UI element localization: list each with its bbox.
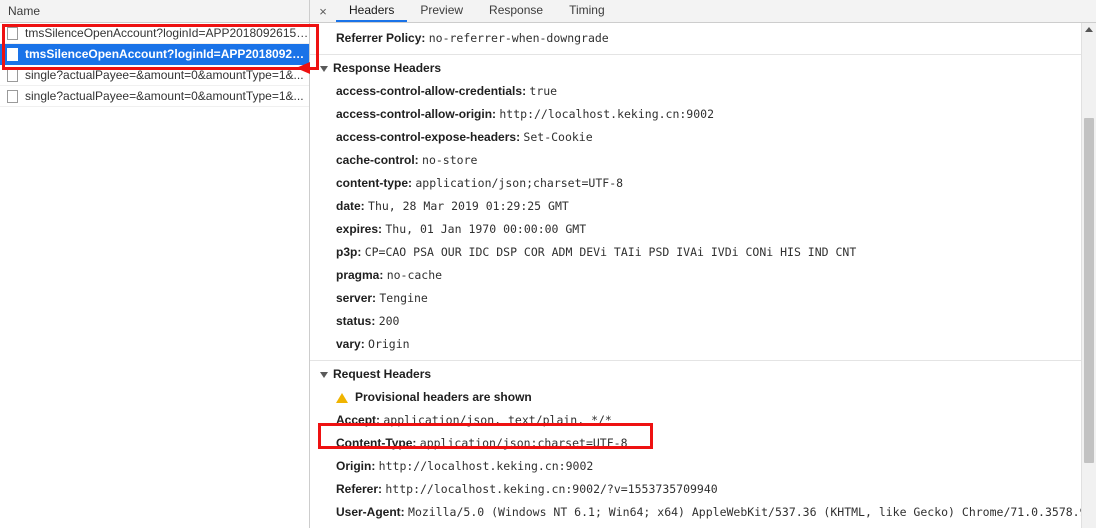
header-row: access-control-allow-origin: http://loca… — [310, 103, 1081, 126]
header-row: server: Tengine — [310, 287, 1081, 310]
header-row: pragma: no-cache — [310, 264, 1081, 287]
header-value: Mozilla/5.0 (Windows NT 6.1; Win64; x64)… — [408, 505, 1081, 519]
header-row: access-control-allow-credentials: true — [310, 80, 1081, 103]
scrollbar-thumb[interactable] — [1084, 118, 1094, 463]
section-title-label: Response Headers — [333, 61, 442, 75]
document-icon — [7, 89, 18, 103]
header-value: application/json;charset=UTF-8 — [415, 176, 624, 190]
provisional-headers-warning-label: Provisional headers are shown — [355, 390, 532, 404]
section-request-headers[interactable]: Request Headers — [310, 363, 1081, 386]
tab-response[interactable]: Response — [476, 0, 556, 22]
chevron-down-icon — [320, 65, 328, 72]
header-row: vary: Origin — [310, 333, 1081, 356]
header-value: Tengine — [379, 291, 428, 305]
header-row: Accept: application/json, text/plain, */… — [310, 409, 1081, 432]
section-title-label: Request Headers — [333, 367, 432, 381]
header-key: status: — [336, 314, 376, 328]
header-value: Set-Cookie — [523, 130, 593, 144]
request-list-item-label: tmsSilenceOpenAccount?loginId=APP2018092… — [25, 47, 309, 61]
header-value: application/json;charset=UTF-8 — [419, 436, 628, 450]
header-value: Thu, 28 Mar 2019 01:29:25 GMT — [368, 199, 569, 213]
request-list-item-selected[interactable]: tmsSilenceOpenAccount?loginId=APP2018092… — [0, 44, 309, 65]
header-value: true — [529, 84, 558, 98]
headers-content: Referrer Policy: no-referrer-when-downgr… — [310, 23, 1081, 528]
header-value: Thu, 01 Jan 1970 00:00:00 GMT — [385, 222, 587, 236]
header-key: vary: — [336, 337, 365, 351]
request-list-item[interactable]: tmsSilenceOpenAccount?loginId=APP2018092… — [0, 23, 309, 44]
header-key: Referer: — [336, 482, 383, 496]
details-tabstrip: × Headers Preview Response Timing — [310, 0, 1096, 23]
document-icon — [7, 68, 18, 82]
section-response-headers[interactable]: Response Headers — [310, 57, 1081, 80]
request-list-item[interactable]: single?actualPayee=&amount=0&amountType=… — [0, 65, 309, 86]
header-row: status: 200 — [310, 310, 1081, 333]
header-value: application/json, text/plain, */* — [383, 413, 612, 427]
header-row: content-type: application/json;charset=U… — [310, 172, 1081, 195]
header-key: date: — [336, 199, 365, 213]
document-icon — [7, 26, 18, 40]
header-row: expires: Thu, 01 Jan 1970 00:00:00 GMT — [310, 218, 1081, 241]
warning-triangle-icon — [336, 392, 348, 403]
devtools-network-panel: Name tmsSilenceOpenAccount?loginId=APP20… — [0, 0, 1096, 528]
header-value: CP=CAO PSA OUR IDC DSP COR ADM DEVi TAIi… — [364, 245, 857, 259]
header-row: cache-control: no-store — [310, 149, 1081, 172]
provisional-headers-warning: Provisional headers are shown — [310, 386, 1081, 409]
header-value: no-cache — [386, 268, 443, 282]
request-list-column-header: Name — [0, 0, 309, 23]
tab-headers[interactable]: Headers — [336, 0, 408, 22]
header-row: date: Thu, 28 Mar 2019 01:29:25 GMT — [310, 195, 1081, 218]
details-vertical-scrollbar[interactable] — [1081, 23, 1096, 528]
request-list-item[interactable]: single?actualPayee=&amount=0&amountType=… — [0, 86, 309, 107]
header-key: Origin: — [336, 459, 376, 473]
header-row: p3p: CP=CAO PSA OUR IDC DSP COR ADM DEVi… — [310, 241, 1081, 264]
tab-timing[interactable]: Timing — [556, 0, 618, 22]
header-row: Referer: http://localhost.keking.cn:9002… — [310, 478, 1081, 501]
header-value: http://localhost.keking.cn:9002 — [499, 107, 715, 121]
request-list-item-label: single?actualPayee=&amount=0&amountType=… — [25, 89, 304, 103]
chevron-down-icon — [320, 371, 328, 378]
header-row-referrer-policy: Referrer Policy: no-referrer-when-downgr… — [310, 27, 1081, 50]
header-key: pragma: — [336, 268, 384, 282]
header-value: Origin — [368, 337, 410, 351]
section-divider — [310, 54, 1081, 55]
request-list-panel: Name tmsSilenceOpenAccount?loginId=APP20… — [0, 0, 310, 528]
header-key: access-control-allow-credentials: — [336, 84, 527, 98]
header-value: http://localhost.keking.cn:9002/?v=15537… — [385, 482, 718, 496]
header-key: Content-Type: — [336, 436, 417, 450]
header-key: Accept: — [336, 413, 381, 427]
header-row-user-agent: User-Agent: Mozilla/5.0 (Windows NT 6.1;… — [310, 501, 1081, 524]
header-key: p3p: — [336, 245, 362, 259]
header-value: 200 — [378, 314, 400, 328]
header-key: access-control-allow-origin: — [336, 107, 497, 121]
header-value: http://localhost.keking.cn:9002 — [378, 459, 594, 473]
header-key: User-Agent: — [336, 505, 405, 519]
request-list-item-label: single?actualPayee=&amount=0&amountType=… — [25, 68, 304, 82]
close-icon[interactable]: × — [310, 0, 336, 22]
header-row-user-agent-wrap: afari/537.36 — [310, 524, 1081, 528]
header-value: no-store — [422, 153, 478, 167]
scroll-up-arrow-icon[interactable] — [1085, 27, 1093, 32]
header-key: access-control-expose-headers: — [336, 130, 521, 144]
request-details-panel: × Headers Preview Response Timing Referr… — [310, 0, 1096, 528]
header-key: server: — [336, 291, 377, 305]
header-key: cache-control: — [336, 153, 419, 167]
header-key: content-type: — [336, 176, 412, 190]
header-key: Referrer Policy: — [336, 31, 426, 45]
request-list-item-label: tmsSilenceOpenAccount?loginId=APP2018092… — [25, 26, 309, 40]
header-row-content-type: Content-Type: application/json;charset=U… — [310, 432, 1081, 455]
header-value: no-referrer-when-downgrade — [428, 31, 609, 45]
tab-preview[interactable]: Preview — [407, 0, 476, 22]
document-icon — [7, 47, 18, 61]
header-key: expires: — [336, 222, 383, 236]
header-row: access-control-expose-headers: Set-Cooki… — [310, 126, 1081, 149]
header-row: Origin: http://localhost.keking.cn:9002 — [310, 455, 1081, 478]
section-divider — [310, 360, 1081, 361]
